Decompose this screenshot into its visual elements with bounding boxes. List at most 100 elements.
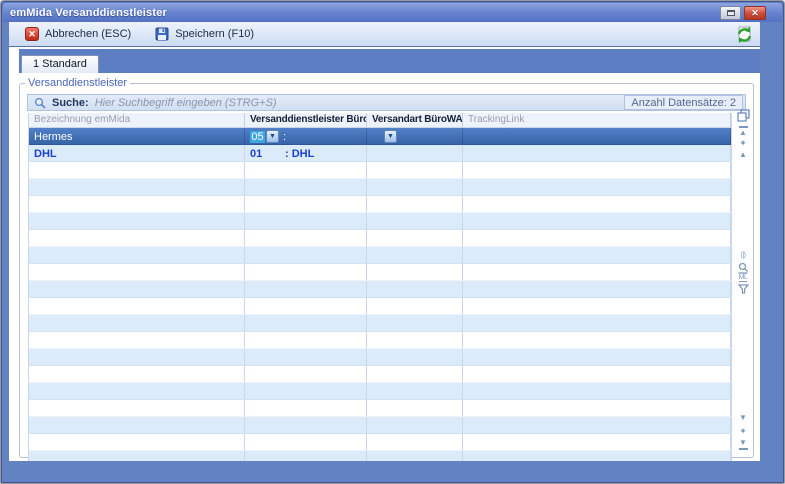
column-header-bezeichnung[interactable]: Bezeichnung emMida [29,113,245,127]
table-row-empty[interactable] [29,196,731,213]
content-area: 1 Standard Versanddienstleister Suche: H… [9,47,760,461]
table-row-empty[interactable] [29,451,731,461]
grid-tool-strip: ▲ ✦ ▲ (|) [735,111,751,461]
empty-cell [29,349,245,365]
cell-bezeichnung: DHL [29,145,245,161]
carrier-table: Bezeichnung emMida Versanddienstleister … [28,113,732,461]
table-header-row: Bezeichnung emMida Versanddienstleister … [29,113,731,128]
search-bar[interactable]: Suche: Hier Suchbegriff eingeben (STRG+S… [27,94,746,111]
empty-cell [245,264,367,280]
empty-cell [367,162,463,178]
empty-cell [367,230,463,246]
zoom-icon[interactable] [735,262,751,274]
empty-cell [463,400,731,416]
table-row-empty[interactable] [29,383,731,400]
table-row-empty[interactable] [29,298,731,315]
table-row-empty[interactable] [29,400,731,417]
table-row-empty[interactable] [29,434,731,451]
table-row-empty[interactable] [29,315,731,332]
empty-cell [245,451,367,461]
table-row-empty[interactable] [29,349,731,366]
table-row-empty[interactable] [29,366,731,383]
search-label: Suche: [52,97,89,109]
record-count-badge: Anzahl Datensätze: 2 [624,95,743,110]
empty-cell [367,400,463,416]
empty-cell [29,298,245,314]
carrier-code: 01 [250,148,266,160]
empty-cell [463,349,731,365]
scroll-to-top-icon[interactable]: ▲ [735,126,751,137]
table-row-empty[interactable] [29,230,731,247]
empty-cell [245,332,367,348]
empty-cell [29,332,245,348]
empty-cell [245,400,367,416]
empty-cell [367,298,463,314]
page-down-icon[interactable]: ✦ [735,427,751,436]
carrier-name: : DHL [285,148,314,160]
filter-icon[interactable] [735,284,751,294]
table-row-empty[interactable] [29,179,731,196]
table-row-empty[interactable] [29,247,731,264]
cell-trackinglink [463,145,731,161]
table-row-empty[interactable] [29,281,731,298]
carrier-name: : [283,131,286,143]
table-row-empty[interactable] [29,417,731,434]
scroll-down-icon[interactable]: ▼ [735,414,751,422]
empty-cell [245,298,367,314]
empty-cell [245,179,367,195]
empty-cell [367,196,463,212]
empty-cell [245,162,367,178]
column-header-trackinglink[interactable]: TrackingLink [463,113,731,127]
table-row-empty[interactable] [29,264,731,281]
table-row-empty[interactable] [29,332,731,349]
empty-cell [463,315,731,331]
cancel-button[interactable]: ✕ Abbrechen (ESC) [21,25,135,43]
table-row-empty[interactable] [29,162,731,179]
table-row-hermes[interactable]: Hermes 05 ▼ : ▼ [29,128,731,145]
empty-cell [29,281,245,297]
empty-cell [367,264,463,280]
table-row-empty[interactable] [29,213,731,230]
cell-trackinglink [463,128,731,144]
tab-strip: 1 Standard [19,49,760,73]
empty-cell [367,417,463,433]
column-header-versanddienstleister[interactable]: Versanddienstleister BüroWARE [245,113,367,127]
empty-cell [463,213,731,229]
refresh-icon[interactable] [735,25,754,44]
scroll-to-bottom-icon[interactable]: ▼ [735,439,751,450]
versanddienstleister-groupbox: Versanddienstleister Suche: Hier Suchbeg… [19,77,754,458]
column-header-versandart[interactable]: Versandart BüroWARE [367,113,463,127]
toolbar: ✕ Abbrechen (ESC) Speichern (F10) [9,22,760,47]
empty-cell [463,281,731,297]
empty-cell [29,417,245,433]
scroll-up-icon[interactable]: ▲ [735,151,751,159]
empty-cell [463,230,731,246]
application-window: emMida Versanddienstleister ✕ ✕ Abbreche… [0,0,785,484]
empty-cell [463,264,731,280]
export-icon[interactable]: ML [735,274,751,282]
empty-cell [29,213,245,229]
carrier-dropdown-button[interactable]: ▼ [266,130,279,143]
versandart-dropdown-button[interactable]: ▼ [384,130,397,143]
empty-cell [367,451,463,461]
save-button[interactable]: Speichern (F10) [151,25,258,43]
window-title: emMida Versanddienstleister [3,7,167,19]
window-frame: emMida Versanddienstleister ✕ ✕ Abbreche… [0,0,785,484]
copy-icon[interactable] [735,109,751,122]
tab-standard[interactable]: 1 Standard [21,55,99,73]
empty-cell [245,434,367,450]
close-button[interactable]: ✕ [744,6,766,20]
groupbox-label: Versanddienstleister [25,77,130,89]
cell-bezeichnung: Hermes [29,128,245,144]
record-indicator-icon[interactable]: (|) [735,252,751,259]
carrier-code-field[interactable]: 05 [250,131,265,143]
window-controls: ✕ [720,6,766,20]
empty-cell [29,247,245,263]
empty-cell [245,213,367,229]
maximize-button[interactable] [720,6,741,20]
table-row-dhl[interactable]: DHL 01 : DHL [29,145,731,162]
cancel-icon: ✕ [25,27,39,41]
empty-cell [463,247,731,263]
page-up-icon[interactable]: ✦ [735,139,751,148]
empty-cell [463,298,731,314]
